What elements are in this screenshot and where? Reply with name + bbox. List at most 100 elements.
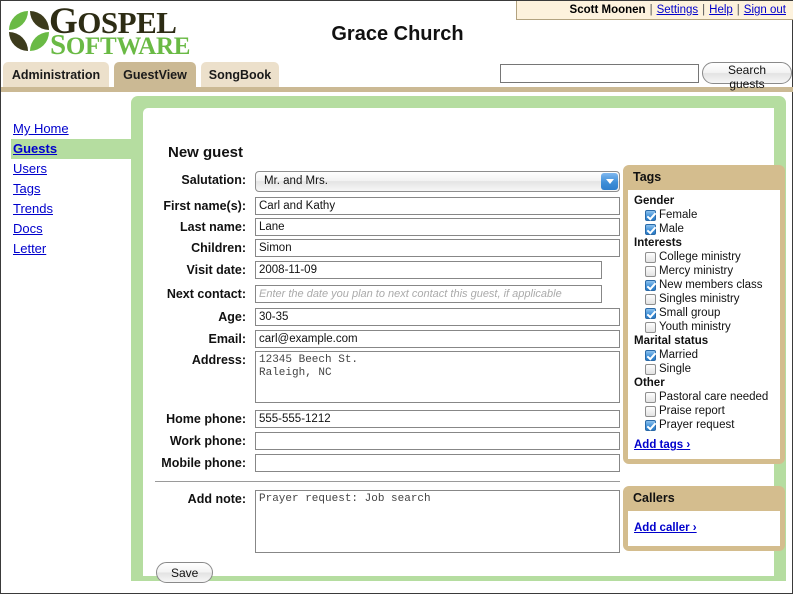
user-account-bar: Scott Moonen | Settings | Help | Sign ou… <box>516 1 793 20</box>
next-contact-input[interactable] <box>255 285 602 303</box>
row-add-note: Add note: <box>143 490 631 556</box>
label-work-phone: Work phone: <box>169 434 246 448</box>
chevron-down-icon[interactable] <box>601 173 618 190</box>
tag-prayer-request[interactable]: Prayer request <box>634 418 774 432</box>
mobile-phone-input[interactable] <box>255 454 620 472</box>
tag-label: Married <box>659 349 698 361</box>
sign-out-link[interactable]: Sign out <box>744 4 786 16</box>
search-guests-button[interactable]: Search guests <box>702 62 792 91</box>
tag-female[interactable]: Female <box>634 208 774 222</box>
tag-praise-report[interactable]: Praise report <box>634 404 774 418</box>
callers-panel: Callers Add caller › <box>623 486 785 551</box>
user-name: Scott Moonen <box>569 4 646 16</box>
row-children: Children: <box>143 239 631 261</box>
row-age: Age: <box>143 308 631 330</box>
tag-singles-ministry[interactable]: Singles ministry <box>634 292 774 306</box>
first-names-input[interactable] <box>255 197 620 215</box>
label-email: Email: <box>208 332 246 346</box>
label-address: Address: <box>191 353 246 367</box>
tab-administration[interactable]: Administration <box>3 62 109 87</box>
checkbox-icon[interactable] <box>645 279 656 291</box>
tag-small-group[interactable]: Small group <box>634 306 774 320</box>
add-tags-link[interactable]: Add tags › <box>634 439 690 451</box>
label-home-phone: Home phone: <box>166 412 246 426</box>
sidebar-item-docs[interactable]: Docs <box>11 219 131 239</box>
tag-label: Singles ministry <box>659 293 740 305</box>
visit-date-input[interactable] <box>255 261 602 279</box>
checkbox-icon[interactable] <box>645 307 656 319</box>
label-first-names: First name(s): <box>163 199 246 213</box>
address-textarea[interactable] <box>255 351 620 403</box>
work-phone-input[interactable] <box>255 432 620 450</box>
help-link[interactable]: Help <box>709 4 733 16</box>
sidebar-nav: My Home Guests Users Tags Trends Docs Le… <box>11 119 135 259</box>
tag-male[interactable]: Male <box>634 222 774 236</box>
tag-pastoral-care-needed[interactable]: Pastoral care needed <box>634 390 774 404</box>
checkbox-icon[interactable] <box>645 209 656 221</box>
sidebar-item-my-home[interactable]: My Home <box>11 119 131 139</box>
age-input[interactable] <box>255 308 620 326</box>
add-caller-link[interactable]: Add caller › <box>634 522 697 534</box>
separator: | <box>649 4 653 16</box>
checkbox-icon[interactable] <box>645 251 656 263</box>
save-button[interactable]: Save <box>156 562 214 583</box>
tag-mercy-ministry[interactable]: Mercy ministry <box>634 264 774 278</box>
checkbox-icon[interactable] <box>645 363 656 375</box>
tab-guestview[interactable]: GuestView <box>114 62 196 87</box>
checkbox-icon[interactable] <box>645 419 656 431</box>
search-input[interactable] <box>500 64 699 83</box>
tag-college-ministry[interactable]: College ministry <box>634 250 774 264</box>
label-last-name: Last name: <box>180 220 246 234</box>
tag-new-members-class[interactable]: New members class <box>634 278 774 292</box>
tag-group-interests: Interests <box>634 237 682 249</box>
sidebar-item-tags[interactable]: Tags <box>11 179 131 199</box>
sidebar-item-trends[interactable]: Trends <box>11 199 131 219</box>
row-last-name: Last name: <box>143 218 631 240</box>
checkbox-icon[interactable] <box>645 391 656 403</box>
sidebar-item-users[interactable]: Users <box>11 159 131 179</box>
callers-panel-title: Callers <box>633 491 675 505</box>
checkbox-icon[interactable] <box>645 321 656 333</box>
tag-label: Youth ministry <box>659 321 731 333</box>
home-phone-input[interactable] <box>255 410 620 428</box>
page-title: Grace Church <box>331 23 464 45</box>
settings-link[interactable]: Settings <box>657 4 699 16</box>
label-next-contact: Next contact: <box>166 287 246 301</box>
children-input[interactable] <box>255 239 620 257</box>
checkbox-icon[interactable] <box>645 405 656 417</box>
label-visit-date: Visit date: <box>186 263 246 277</box>
tag-single[interactable]: Single <box>634 362 774 376</box>
checkbox-icon[interactable] <box>645 293 656 305</box>
tag-group-marital-status: Marital status <box>634 335 709 347</box>
add-note-textarea[interactable] <box>255 490 620 553</box>
tag-label: New members class <box>659 279 763 291</box>
email-input[interactable] <box>255 330 620 348</box>
last-name-input[interactable] <box>255 218 620 236</box>
label-salutation: Salutation: <box>181 173 246 187</box>
form-divider <box>155 481 620 482</box>
tag-label: Female <box>659 209 698 221</box>
checkbox-icon[interactable] <box>645 223 656 235</box>
tag-group-other: Other <box>634 377 665 389</box>
tags-panel-title: Tags <box>633 170 662 184</box>
tag-group-gender: Gender <box>634 195 675 207</box>
sidebar-item-guests[interactable]: Guests <box>11 139 135 159</box>
tags-panel: Tags Gender Female Male Interests Colleg… <box>623 165 785 464</box>
tag-label: Single <box>659 363 691 375</box>
checkbox-icon[interactable] <box>645 349 656 361</box>
label-mobile-phone: Mobile phone: <box>161 456 246 470</box>
label-children: Children: <box>191 241 246 255</box>
tab-songbook[interactable]: SongBook <box>201 62 279 87</box>
row-address: Address: <box>143 351 631 406</box>
separator: | <box>736 4 740 16</box>
sidebar-item-letter[interactable]: Letter <box>11 239 131 259</box>
salutation-select[interactable]: Mr. and Mrs. <box>255 171 620 192</box>
tag-label: Male <box>659 223 684 235</box>
checkbox-icon[interactable] <box>645 265 656 277</box>
row-mobile-phone: Mobile phone: <box>143 454 631 476</box>
row-work-phone: Work phone: <box>143 432 631 454</box>
row-home-phone: Home phone: <box>143 410 631 432</box>
tag-youth-ministry[interactable]: Youth ministry <box>634 320 774 334</box>
tag-married[interactable]: Married <box>634 348 774 362</box>
row-visit-date: Visit date: <box>143 261 638 283</box>
